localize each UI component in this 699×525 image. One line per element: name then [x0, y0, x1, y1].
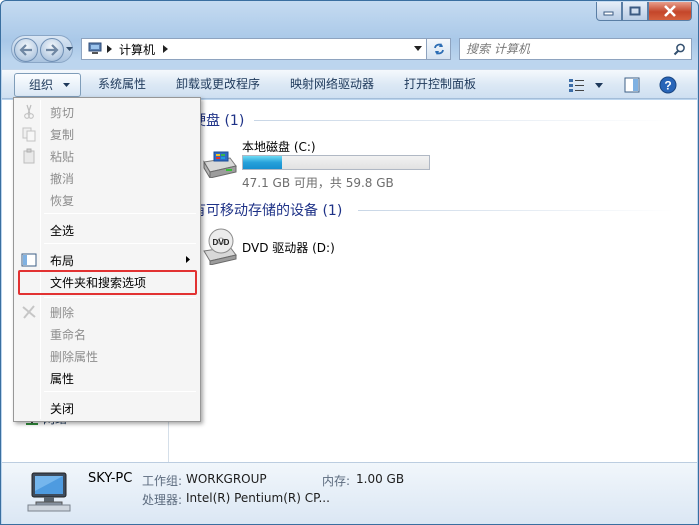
address-dropdown-icon[interactable] [414, 46, 422, 51]
group-divider [358, 210, 674, 211]
local-disk-c[interactable]: 本地磁盘 (C:) 47.1 GB 可用，共 59.8 GB [202, 138, 442, 190]
chevron-down-icon [63, 83, 70, 87]
refresh-button[interactable] [427, 38, 451, 60]
dvd-drive-d[interactable]: DVD DVD 驱动器 (D:) [202, 227, 402, 267]
command-bar: 组织 系统属性 卸载或更改程序 映射网络驱动器 打开控制面板 ? [2, 69, 697, 99]
processor-label: 处理器: [142, 493, 183, 507]
help-button[interactable]: ? [659, 75, 677, 95]
menu-item-close[interactable]: 关闭 [16, 397, 198, 419]
local-disk-name: 本地磁盘 (C:) [242, 140, 316, 154]
open-control-panel-button[interactable]: 打开控制面板 [396, 73, 484, 97]
scissors-icon [24, 104, 34, 119]
menu-item-redo[interactable]: 恢复 [16, 189, 198, 211]
maximize-button[interactable] [622, 2, 648, 21]
search-icon[interactable] [673, 43, 686, 56]
menu-item-select-all[interactable]: 全选 [16, 219, 198, 241]
copy-icon [22, 127, 36, 142]
annotation-highlight-box [18, 270, 197, 295]
organize-menu: 剪切 复制 粘贴 撤消 恢复 全选 布局 文件夹和搜索选项 删除 重命名 删除属… [13, 97, 201, 422]
submenu-arrow-icon [186, 256, 190, 263]
disk-usage-fill [243, 156, 283, 169]
delete-x-icon [22, 305, 36, 319]
view-dropdown-icon[interactable] [595, 82, 603, 88]
search-box[interactable] [459, 38, 692, 60]
computer-icon [27, 472, 71, 512]
address-bar[interactable]: 计算机 [81, 38, 427, 60]
group-divider [254, 120, 674, 121]
back-arrow-icon [19, 44, 32, 56]
breadcrumb: 计算机 [107, 41, 169, 58]
menu-item-copy[interactable]: 复制 [16, 123, 198, 145]
menu-item-rename[interactable]: 重命名 [16, 323, 198, 345]
breadcrumb-separator-icon[interactable] [107, 45, 113, 53]
workgroup-value: WORKGROUP [186, 472, 267, 486]
map-network-drive-button[interactable]: 映射网络驱动器 [282, 73, 382, 97]
back-button[interactable] [14, 38, 38, 62]
caption-buttons [596, 2, 692, 22]
change-view-button[interactable] [568, 75, 603, 95]
menu-item-delete[interactable]: 删除 [16, 301, 198, 323]
menu-item-undo[interactable]: 撤消 [16, 167, 198, 189]
memory-value: 1.00 GB [356, 472, 405, 486]
dvd-logo-text: DVD [213, 238, 230, 247]
navigation-row: 计算机 [11, 35, 692, 63]
menu-separator [44, 391, 196, 392]
menu-separator [44, 243, 196, 244]
minimize-icon [603, 11, 614, 16]
layout-icon [21, 253, 37, 267]
help-icon: ? [659, 76, 677, 94]
maximize-icon [629, 6, 641, 16]
hard-disk-icon [203, 151, 237, 178]
close-icon [664, 5, 676, 17]
dvd-drive-name: DVD 驱动器 (D:) [242, 241, 335, 255]
disk-usage-bar [242, 155, 430, 170]
search-input[interactable] [466, 42, 666, 56]
dvd-drive-icon: DVD [203, 228, 237, 265]
workgroup-label: 工作组: [142, 474, 183, 488]
menu-separator [44, 297, 196, 298]
recent-pages-dropdown-icon[interactable] [66, 47, 73, 52]
organize-label: 组织 [29, 78, 54, 92]
paste-icon [23, 148, 35, 164]
minimize-button[interactable] [596, 2, 622, 21]
memory-label: 内存: [322, 474, 351, 488]
refresh-icon [433, 43, 444, 55]
svg-text:?: ? [664, 79, 671, 93]
preview-pane-icon [624, 77, 640, 93]
system-properties-button[interactable]: 系统属性 [90, 73, 154, 97]
organize-button[interactable]: 组织 [14, 73, 81, 97]
breadcrumb-separator-icon[interactable] [163, 45, 169, 53]
menu-item-paste[interactable]: 粘贴 [16, 145, 198, 167]
view-options-icon [569, 79, 584, 92]
forward-arrow-icon [46, 44, 59, 56]
uninstall-programs-button[interactable]: 卸载或更改程序 [168, 73, 268, 97]
local-disk-free-space: 47.1 GB 可用，共 59.8 GB [242, 176, 394, 190]
menu-separator [44, 213, 196, 214]
processor-value: Intel(R) Pentium(R) CP... [186, 491, 330, 505]
preview-pane-button[interactable] [624, 75, 640, 95]
removable-storage-group-header[interactable]: 有可移动存储的设备 (1) [192, 200, 342, 220]
menu-item-properties[interactable]: 属性 [16, 367, 198, 389]
nav-buttons [11, 35, 73, 63]
computer-name: SKY-PC [88, 471, 133, 486]
menu-item-layout[interactable]: 布局 [16, 249, 198, 271]
menu-item-cut[interactable]: 剪切 [16, 101, 198, 123]
details-pane: SKY-PC 工作组: WORKGROUP 内存: 1.00 GB 处理器: I… [2, 462, 697, 524]
forward-button[interactable] [40, 38, 64, 62]
computer-small-icon [88, 42, 102, 54]
breadcrumb-computer[interactable]: 计算机 [119, 41, 155, 58]
close-button[interactable] [648, 2, 692, 21]
explorer-window: 计算机 组织 系统属性 卸载或更改程序 [0, 0, 699, 525]
menu-item-remove-properties[interactable]: 删除属性 [16, 345, 198, 367]
